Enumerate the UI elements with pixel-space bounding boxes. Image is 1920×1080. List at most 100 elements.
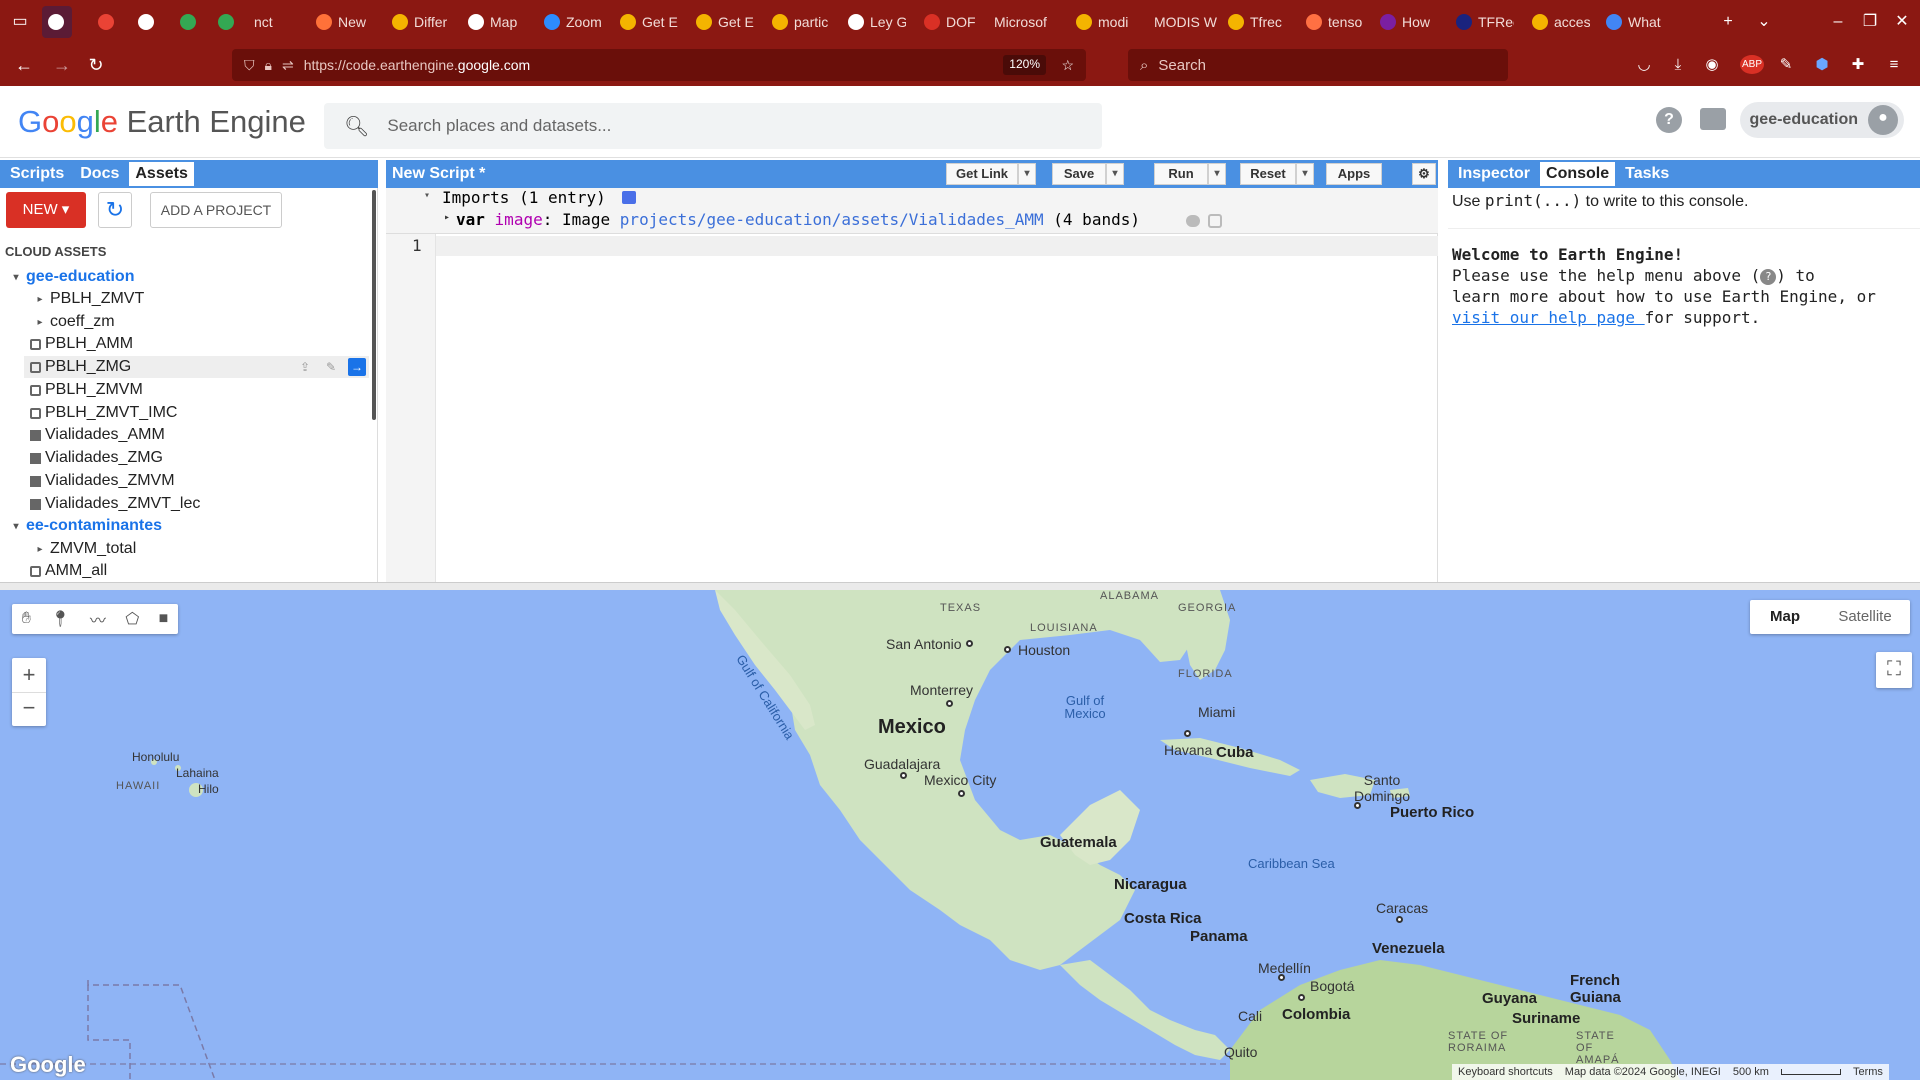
browser-tab[interactable]	[132, 6, 164, 38]
reset-button[interactable]: Reset	[1240, 163, 1296, 185]
browser-tab[interactable]: Map	[462, 6, 526, 38]
minimize-icon[interactable]: –	[1826, 10, 1850, 34]
get-link-dropdown-icon[interactable]: ▾	[1018, 163, 1036, 185]
code-editor[interactable]: ▾ Imports (1 entry) ▸ var image: Image p…	[386, 188, 1438, 582]
expand-icon[interactable]: ▸	[444, 212, 450, 223]
reset-dropdown-icon[interactable]: ▾	[1296, 163, 1314, 185]
asset-tree-item[interactable]: PBLH_AMM	[30, 333, 133, 355]
run-button[interactable]: Run	[1154, 163, 1208, 185]
pocket-icon[interactable]: ◡	[1632, 53, 1656, 77]
script-title[interactable]: New Script *	[392, 165, 485, 183]
asset-tree-item[interactable]: PBLH_ZMVM	[30, 379, 143, 401]
asset-tree-item[interactable]: ▾ ee-contaminantes	[10, 515, 162, 537]
asset-tree-item[interactable]: ▸ coeff_zm	[34, 311, 114, 333]
fullscreen-icon[interactable]: ⛶	[1876, 652, 1912, 688]
browser-tab[interactable]	[212, 6, 242, 38]
scrollbar[interactable]	[372, 190, 376, 420]
collapse-icon[interactable]: ▾	[424, 190, 430, 201]
edit-icon[interactable]: ✎	[322, 358, 340, 376]
forward-icon[interactable]: →	[50, 53, 74, 77]
marker-icon[interactable]: 📍︎	[50, 609, 70, 629]
save-dropdown-icon[interactable]: ▾	[1106, 163, 1124, 185]
user-account[interactable]: gee-education ●	[1739, 102, 1904, 138]
tab-inspector[interactable]: Inspector	[1452, 162, 1536, 186]
settings-icon[interactable]: ⚙	[1412, 163, 1436, 185]
pan-hand-icon[interactable]: ✋︎	[22, 610, 31, 628]
filter-icon[interactable]	[1208, 214, 1222, 228]
import-icon[interactable]: →	[348, 358, 366, 376]
browser-tab[interactable]: Differ	[386, 6, 450, 38]
browser-tab[interactable]: acces	[1526, 6, 1590, 38]
map-type-map-button[interactable]: Map	[1750, 600, 1820, 634]
zoom-out-button[interactable]: −	[12, 692, 46, 726]
google-map-logo[interactable]: Google	[10, 1052, 86, 1078]
refresh-icon[interactable]: ↻	[98, 192, 132, 228]
keyboard-shortcuts-link[interactable]: Keyboard shortcuts	[1458, 1066, 1553, 1078]
browser-tab[interactable]: DOF	[918, 6, 982, 38]
firefox-view-icon[interactable]: ▭	[8, 10, 32, 34]
browser-tab[interactable]: How	[1374, 6, 1438, 38]
browser-tab[interactable]: TFRec	[1450, 6, 1514, 38]
share-icon[interactable]: ⇪	[296, 358, 314, 376]
extension-icon[interactable]: ✎	[1774, 53, 1798, 77]
browser-tab[interactable]: tenso	[1300, 6, 1364, 38]
terms-link[interactable]: Terms	[1853, 1066, 1883, 1078]
extensions-icon[interactable]: ✚	[1846, 53, 1870, 77]
imports-doc-icon[interactable]	[622, 191, 636, 204]
run-dropdown-icon[interactable]: ▾	[1208, 163, 1226, 185]
new-button[interactable]: NEW ▾	[6, 192, 86, 228]
account-icon[interactable]: ◉	[1700, 53, 1724, 77]
imports-label[interactable]: Imports (1 entry)	[442, 188, 606, 207]
tab-assets[interactable]: Assets	[129, 162, 194, 186]
close-window-icon[interactable]: ✕	[1890, 10, 1914, 34]
asset-tree-item[interactable]: ▾ gee-education	[10, 266, 134, 288]
tab-docs[interactable]: Docs	[74, 162, 125, 186]
dataset-search-input[interactable]: 🔍︎ Search places and datasets...	[324, 103, 1102, 149]
browser-search-bar[interactable]: ⌕ Search	[1128, 49, 1508, 81]
zoom-level[interactable]: 120%	[1003, 55, 1046, 75]
earth-engine-logo[interactable]: Google Earth Engine	[18, 104, 306, 140]
tab-tasks[interactable]: Tasks	[1619, 162, 1675, 186]
browser-tab[interactable]	[174, 6, 206, 38]
browser-tab[interactable]: Get E	[614, 6, 678, 38]
browser-tab[interactable]: partic	[766, 6, 830, 38]
zoom-in-button[interactable]: +	[12, 658, 46, 692]
shield-extension-icon[interactable]: ⬢	[1810, 53, 1834, 77]
browser-tab[interactable]: MODIS W	[1148, 6, 1218, 38]
map-type-satellite-button[interactable]: Satellite	[1820, 600, 1910, 634]
asset-tree-item[interactable]: AMM_all	[30, 560, 107, 582]
asset-tree-item[interactable]: Vialidades_ZMVT_lec	[30, 493, 200, 515]
downloads-icon[interactable]: ⤓	[1666, 53, 1690, 77]
asset-tree-item[interactable]: Vialidades_ZMG	[30, 447, 163, 469]
asset-tree-item[interactable]: ▸ ZMVM_total	[34, 538, 136, 560]
browser-tab[interactable]	[42, 6, 72, 38]
help-icon[interactable]: ?	[1656, 107, 1682, 133]
line-icon[interactable]: 〰	[90, 607, 106, 631]
back-icon[interactable]: ←	[12, 53, 36, 77]
browser-tab[interactable]: nct	[248, 6, 292, 38]
browser-tab[interactable]: Zoom	[538, 6, 602, 38]
reload-icon[interactable]: ↻	[84, 53, 108, 77]
browser-tab[interactable]: What	[1600, 6, 1664, 38]
feedback-icon[interactable]	[1700, 108, 1726, 130]
save-button[interactable]: Save	[1052, 163, 1106, 185]
restore-icon[interactable]: ❐	[1858, 10, 1882, 34]
browser-tab[interactable]: Tfrec	[1222, 6, 1286, 38]
browser-tab[interactable]: New	[310, 6, 374, 38]
tab-scripts[interactable]: Scripts	[4, 162, 70, 186]
apps-button[interactable]: Apps	[1326, 163, 1382, 185]
browser-tab[interactable]: Microsof	[988, 6, 1060, 38]
get-link-button[interactable]: Get Link	[946, 163, 1018, 185]
asset-tree-item[interactable]: PBLH_ZMG	[30, 356, 131, 378]
asset-tree-item[interactable]: Vialidades_ZMVM	[30, 470, 175, 492]
map-view[interactable]: ✋︎ 📍︎ 〰 ⬠ ■ + − Map Satellite ⛶ TEXAS AL…	[0, 590, 1920, 1080]
new-tab-button[interactable]: +	[1716, 10, 1740, 34]
show-icon[interactable]	[1186, 215, 1200, 227]
rectangle-icon[interactable]: ■	[159, 610, 169, 628]
help-page-link[interactable]: visit our help page	[1452, 308, 1645, 327]
polygon-icon[interactable]: ⬠	[125, 609, 139, 629]
browser-tab[interactable]: Ley G	[842, 6, 906, 38]
tab-list-icon[interactable]: ⌄	[1752, 10, 1776, 34]
asset-tree-item[interactable]: Vialidades_AMM	[30, 424, 165, 446]
adblock-icon[interactable]: ABP	[1740, 53, 1765, 77]
